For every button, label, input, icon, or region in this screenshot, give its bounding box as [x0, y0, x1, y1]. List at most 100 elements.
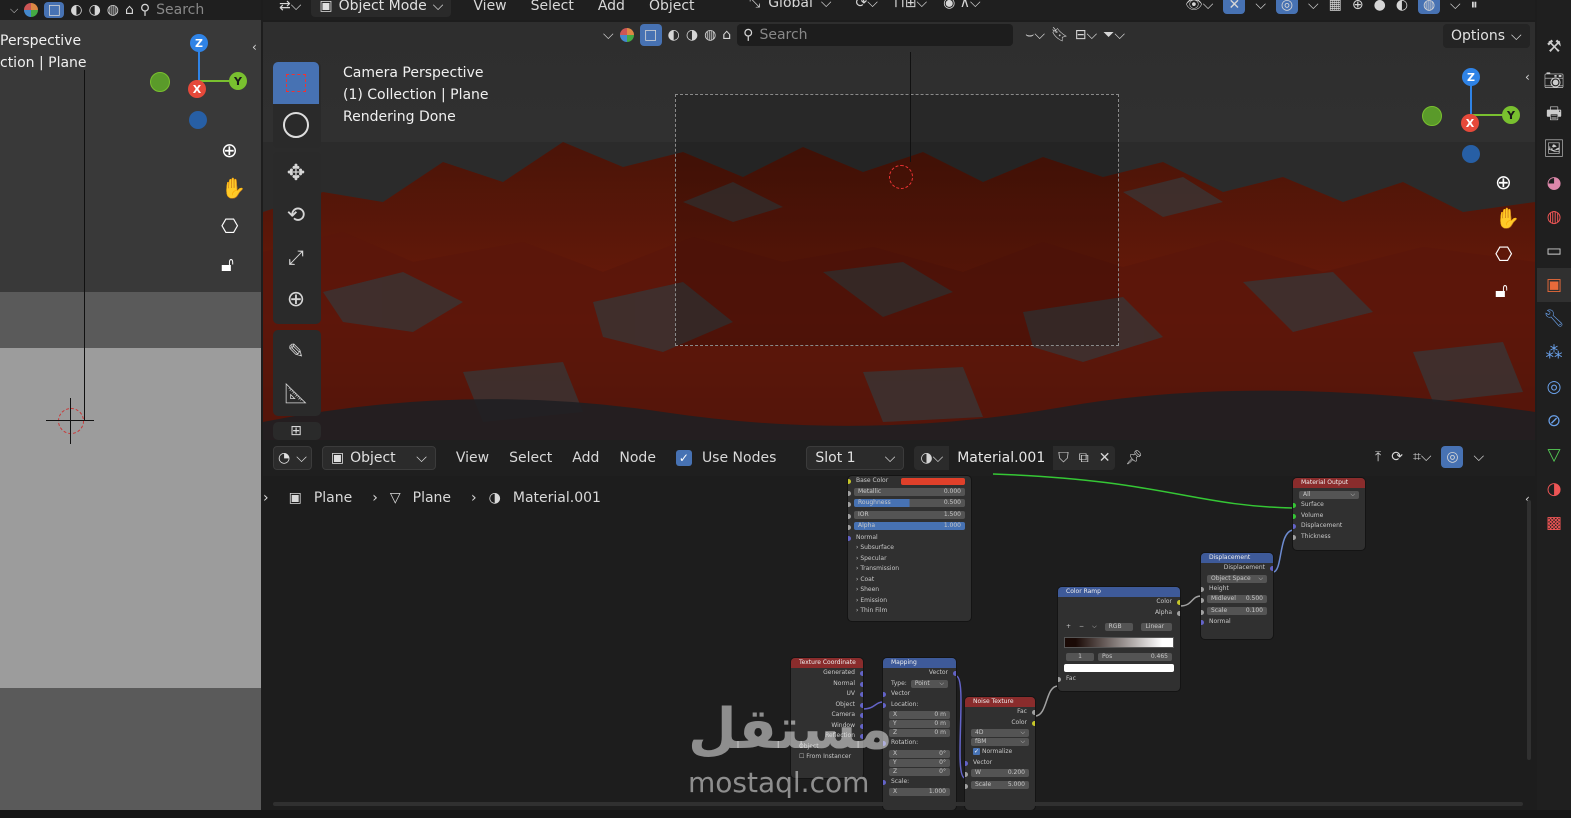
proportional-edit-icon[interactable]: ◉ ∧⌵	[943, 0, 981, 11]
object-tab-icon[interactable]: ▣	[1537, 268, 1571, 302]
scale-tool-icon[interactable]: ⤢	[273, 236, 319, 278]
panel-transmission[interactable]: › Transmission	[848, 564, 971, 575]
location-y[interactable]: Y 0 m	[889, 720, 950, 728]
type-dropdown[interactable]: Point ⌵	[910, 679, 948, 688]
shading-sphere-icon[interactable]	[24, 3, 39, 17]
texture-tab-icon[interactable]: ▩	[1537, 506, 1571, 540]
rotation-y[interactable]: Y 0°	[889, 758, 950, 767]
tool-tab-icon[interactable]: ⚒	[1537, 30, 1571, 64]
xray-icon[interactable]: ▦	[1329, 0, 1342, 13]
chevron-down-icon[interactable]: ⌵	[10, 3, 18, 17]
visibility-icon[interactable]: 👁︎⌵	[1185, 0, 1213, 13]
panel-emission[interactable]: › Emission	[848, 596, 971, 607]
solid-mode-icon[interactable]: □	[639, 24, 662, 46]
shading-sphere-icon[interactable]	[619, 28, 634, 42]
chevron-down-icon[interactable]: ⌵	[821, 0, 832, 11]
neg-y-icon[interactable]	[1422, 106, 1442, 126]
x-axis-icon[interactable]: X	[1461, 114, 1479, 132]
ramp-pos-field[interactable]: Pos 0.465	[1098, 652, 1172, 661]
roughness-field[interactable]: Roughness 0.500	[854, 499, 965, 507]
render-mode-icon[interactable]: ◑	[686, 27, 698, 43]
output-tab-icon[interactable]: 🖶︎	[1537, 98, 1571, 132]
modifier-tab-icon[interactable]: 🔧︎	[1537, 302, 1571, 336]
lock-icon[interactable]: 🔓︎	[221, 252, 246, 276]
material-tab-icon[interactable]: ◑	[1537, 472, 1571, 506]
constraints-tab-icon[interactable]: ⊘	[1537, 404, 1571, 438]
render-tab-icon[interactable]: 📷︎	[1537, 64, 1571, 98]
bookmark-icon[interactable]: 🔖︎	[1051, 27, 1069, 43]
panel-specular[interactable]: › Specular	[848, 554, 971, 565]
wireframe-shading-icon[interactable]: ⊕	[1352, 0, 1364, 13]
add-cube-tool-icon[interactable]: ⊞	[273, 422, 319, 440]
scale-x[interactable]: X 1.000	[889, 788, 950, 796]
zoom-icon[interactable]: ⊕	[221, 138, 246, 162]
mapping-node[interactable]: Mapping Vector Type: Point ⌵ Vector Locati…	[883, 658, 956, 810]
navigation-gizmo[interactable]: Z X Y	[150, 30, 250, 130]
color-ramp-node[interactable]: Color Ramp Color Alpha + − ⌵ RGB Linear 1 …	[1058, 587, 1180, 691]
space-dropdown[interactable]: Object Space ⌵	[1207, 574, 1267, 583]
normalize-checkbox[interactable]: ✓	[973, 748, 981, 755]
dimension-dropdown[interactable]: 4D ⌵	[971, 729, 1029, 737]
ramp-interp[interactable]: Linear	[1141, 623, 1172, 632]
collapse-arrow-icon[interactable]: ‹	[252, 40, 257, 54]
pivot-icon[interactable]: ⟳⌵	[856, 0, 878, 11]
measure-tool-icon[interactable]: 📐︎	[273, 372, 319, 414]
ramp-remove-stop[interactable]: −	[1079, 622, 1084, 633]
layout-icon[interactable]: ⊟⌵	[1075, 27, 1097, 43]
material-mode-icon[interactable]: ◐	[668, 27, 680, 43]
menu-object[interactable]: Object	[649, 0, 695, 14]
camera-view-icon[interactable]: ⎔	[221, 214, 246, 238]
rotation-x[interactable]: X 0°	[889, 749, 950, 758]
material-output-node[interactable]: Material Output All ⌵ Surface Volume Disp…	[1293, 478, 1365, 550]
scale-field[interactable]: Scale 0.100	[1207, 606, 1267, 615]
displacement-node[interactable]: Displacement Displacement Object Space ⌵ …	[1201, 553, 1273, 639]
ramp-gradient[interactable]	[1064, 636, 1174, 648]
viewport-search[interactable]: ⚲ Search	[737, 24, 1014, 46]
snap-icon[interactable]: ⊓⊞⌵	[894, 0, 927, 11]
location-z[interactable]: Z 0 m	[889, 729, 950, 737]
gizmo-toggle-icon[interactable]: ✕	[1223, 0, 1246, 14]
camera-icon[interactable]: ⌂	[722, 27, 731, 43]
camera-view-icon[interactable]: ⎔	[1495, 242, 1520, 266]
noise-scale-field[interactable]: Scale 5.000	[971, 780, 1029, 789]
cloud-icon[interactable]: ⌣⌵	[1025, 27, 1045, 43]
panel-thin-film[interactable]: › Thin Film	[848, 606, 971, 617]
render-mode-icon[interactable]: ◑	[89, 2, 101, 18]
world-tab-icon[interactable]: ◍	[1537, 200, 1571, 234]
3d-cursor-icon[interactable]	[58, 408, 84, 434]
scene-tab-icon[interactable]: ◕	[1537, 166, 1571, 200]
neg-z-icon[interactable]	[1462, 145, 1480, 163]
horizontal-scrollbar[interactable]	[273, 802, 1523, 806]
transform-tool-icon[interactable]: ⊕	[273, 278, 319, 320]
menu-select[interactable]: Select	[531, 0, 574, 14]
orientation-dropdown[interactable]: Global	[768, 0, 813, 11]
panel-sheen[interactable]: › Sheen	[848, 585, 971, 596]
physics-tab-icon[interactable]: ◎	[1537, 370, 1571, 404]
search-placeholder[interactable]: Search	[156, 2, 204, 18]
chevron-down-icon[interactable]: ⌵	[603, 27, 614, 43]
options-dropdown[interactable]: Options ⌵	[1443, 24, 1530, 48]
noise-type-dropdown[interactable]: fBM ⌵	[971, 738, 1029, 746]
panel-coat[interactable]: › Coat	[848, 575, 971, 586]
y-axis-icon[interactable]: Y	[229, 72, 247, 90]
ior-field[interactable]: IOR 1.500	[854, 510, 965, 519]
solid-mode-icon[interactable]: □	[44, 2, 65, 18]
base-color-swatch[interactable]	[901, 478, 965, 485]
ramp-mode[interactable]: RGB	[1104, 623, 1134, 632]
solid-shading-icon[interactable]: ●	[1374, 0, 1386, 13]
w-field[interactable]: W 0.200	[971, 769, 1029, 777]
rotate-tool-icon[interactable]: ⟲	[273, 194, 319, 236]
camera-icon[interactable]: ⌂	[125, 2, 134, 18]
ramp-index[interactable]: 1	[1066, 652, 1094, 661]
collapse-arrow-icon[interactable]: ‹	[1525, 70, 1530, 84]
metallic-field[interactable]: Metallic 0.000	[854, 487, 965, 496]
overlay-toggle-icon[interactable]: ◎	[1276, 0, 1299, 14]
pause-icon[interactable]: ⏸︎	[1471, 0, 1478, 13]
material-shading-icon[interactable]: ◐	[1396, 0, 1408, 13]
midlevel-field[interactable]: Midlevel 0.500	[1207, 595, 1267, 603]
mode-dropdown[interactable]: ▣ Object Mode ⌵	[311, 0, 452, 17]
3d-cursor-icon[interactable]	[889, 165, 913, 189]
lock-icon[interactable]: 🔓︎	[1495, 278, 1520, 302]
annotate-tool-icon[interactable]: ✎	[273, 330, 319, 372]
menu-view[interactable]: View	[473, 0, 506, 14]
